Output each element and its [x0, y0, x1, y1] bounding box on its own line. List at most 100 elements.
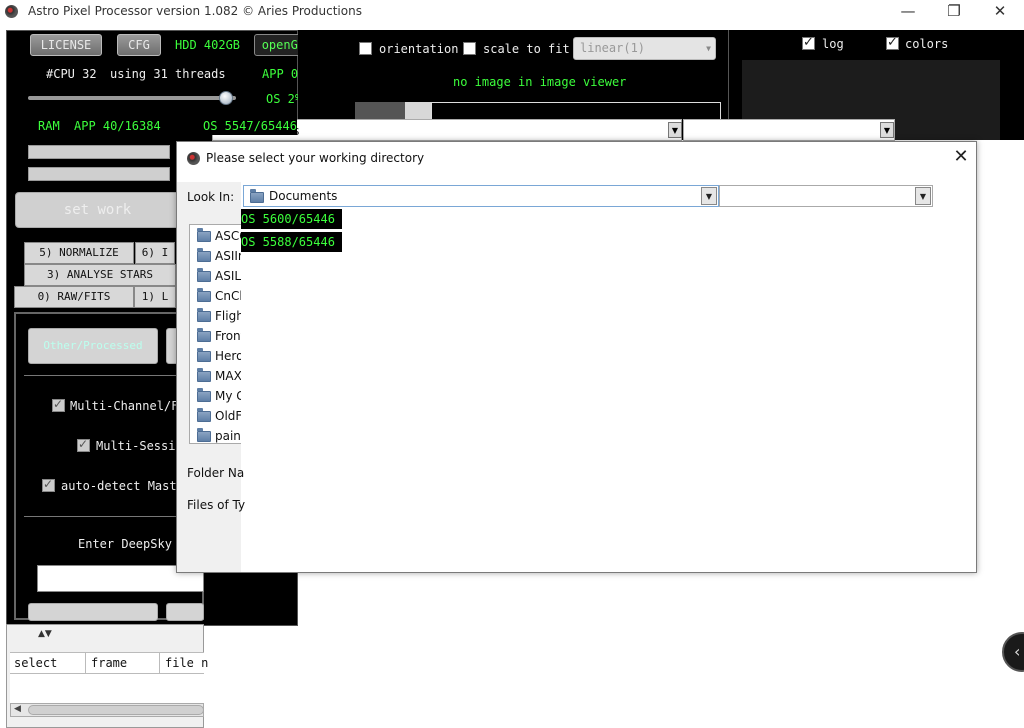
chevron-down-icon: ▼ [706, 44, 711, 53]
load-button-3[interactable] [28, 603, 158, 621]
folder-item[interactable]: Hero [195, 346, 241, 366]
enter-deepsky-label: Enter DeepSky [78, 537, 172, 551]
folder-name: ASIIm [215, 249, 241, 263]
cpu-count: #CPU 32 [46, 67, 97, 81]
frame-table-body [10, 674, 204, 704]
os-cpu-pct: OS 2% [266, 92, 303, 106]
folder-name: MAXO [215, 369, 241, 383]
ram-label: RAM [38, 119, 60, 133]
column-divider [159, 652, 160, 674]
scroll-left-icon[interactable]: ◀ [14, 704, 21, 714]
look-in-combo[interactable]: Documents ▼ [243, 185, 719, 207]
folder-icon [197, 428, 211, 442]
os-memory-overlay: OS 5588/65446 [241, 232, 342, 252]
view-mode-combo[interactable]: ▼ [719, 185, 933, 207]
multi-channel-checkbox[interactable] [52, 397, 65, 412]
folder-icon [197, 348, 211, 362]
log-checkbox[interactable] [802, 35, 815, 50]
window-title: Astro Pixel Processor version 1.082 © Ar… [28, 4, 362, 18]
look-in-value: Documents [269, 189, 338, 203]
folder-icon [197, 388, 211, 402]
set-work-directory-button[interactable]: set work [15, 192, 180, 228]
license-button[interactable]: LICENSE [30, 34, 102, 56]
folder-icon [197, 368, 211, 382]
folder-name: Hero [215, 349, 241, 363]
folder-item[interactable]: paint [195, 426, 241, 446]
column-select[interactable]: select [14, 656, 57, 670]
folder-name: paint [215, 429, 241, 443]
scale-to-fit-checkbox[interactable] [463, 42, 476, 55]
dialog-content-area [241, 182, 976, 572]
column-frame[interactable]: frame [91, 656, 127, 670]
ram-app-bar [28, 145, 170, 159]
stretch-select[interactable]: linear(1) ▼ [573, 37, 716, 60]
folder-item[interactable]: My G [195, 386, 241, 406]
column-file-name[interactable]: file n [165, 656, 208, 670]
look-in-label: Look In: [187, 190, 235, 204]
folder-name: ASIL [215, 269, 241, 283]
dialog-close-button[interactable]: ✕ [949, 146, 973, 168]
tab-6[interactable]: 6) I [135, 242, 175, 264]
chevron-left-icon: ‹ [1014, 642, 1021, 661]
folder-item[interactable]: Fligh [195, 306, 241, 326]
no-image-message: no image in image viewer [453, 75, 627, 89]
folder-item[interactable]: OldF [195, 406, 241, 426]
stretch-value: linear(1) [580, 41, 646, 55]
sort-toggle[interactable]: ▲▼ [38, 629, 52, 639]
threads-label: using 31 threads [110, 67, 226, 81]
multi-channel-label: Multi-Channel/F [70, 399, 179, 413]
other-processed-button[interactable]: Other/Processed [28, 328, 158, 364]
maximize-button[interactable]: ❐ [931, 0, 977, 24]
hdd-status: HDD 402GB [175, 38, 241, 52]
chevron-down-icon: ▼ [701, 187, 717, 205]
threads-slider-track[interactable] [28, 96, 236, 100]
tab-load[interactable]: 1) L [134, 286, 176, 308]
folder-icon [250, 189, 264, 203]
folder-icon [197, 228, 211, 242]
load-button-4[interactable] [166, 603, 204, 621]
dialog-title: Please select your working directory [206, 151, 425, 165]
ram-os-bar [28, 167, 170, 181]
app-logo-icon [187, 152, 200, 165]
minimize-button[interactable]: — [885, 0, 931, 24]
tab-normalize[interactable]: 5) NORMALIZE [24, 242, 134, 264]
folder-icon [197, 328, 211, 342]
scrollbar-thumb[interactable] [28, 705, 204, 715]
folder-icon [197, 248, 211, 262]
background-filter-combo: ▼ [683, 119, 895, 141]
tab-analyse-stars[interactable]: 3) ANALYSE STARS [24, 264, 176, 286]
viewer-block [405, 102, 431, 120]
close-button[interactable]: ✕ [977, 0, 1023, 24]
ram-os-overlay: OS 5547/65446 [199, 117, 297, 135]
multi-session-checkbox[interactable] [77, 437, 90, 452]
column-divider [85, 652, 86, 674]
folder-item[interactable]: Front [195, 326, 241, 346]
folder-name: CnCl [215, 289, 241, 303]
viewer-block [355, 102, 405, 120]
log-label: log [822, 37, 844, 51]
folder-name: ASCO [215, 229, 241, 243]
cfg-button[interactable]: CFG [117, 34, 161, 56]
multi-session-label: Multi-Sessio [96, 439, 183, 453]
folder-name: OldF [215, 409, 241, 423]
chevron-down-icon: ▼ [880, 122, 894, 138]
colors-label: colors [905, 37, 949, 51]
auto-detect-master-checkbox[interactable] [42, 477, 55, 492]
folder-item[interactable]: MAXO [195, 366, 241, 386]
folder-name: Fligh [215, 309, 241, 323]
folder-icon [197, 408, 211, 422]
folder-item[interactable]: ASIL [195, 266, 241, 286]
folder-item[interactable]: ASCO [195, 226, 241, 246]
tab-raw-fits[interactable]: 0) RAW/FITS [14, 286, 134, 308]
scale-to-fit-label: scale to fit [483, 42, 570, 56]
colors-checkbox[interactable] [886, 35, 899, 50]
folder-item[interactable]: ASIIm [195, 246, 241, 266]
auto-detect-master-label: auto-detect Maste [61, 479, 184, 493]
folder-icon [197, 288, 211, 302]
ram-app: APP 40/16384 [74, 119, 161, 133]
folder-item[interactable]: CnCl [195, 286, 241, 306]
orientation-label: orientation [379, 42, 459, 56]
threads-slider-thumb[interactable] [218, 91, 233, 105]
orientation-checkbox[interactable] [359, 42, 372, 55]
os-memory-overlay: OS 5600/65446 [241, 209, 342, 229]
